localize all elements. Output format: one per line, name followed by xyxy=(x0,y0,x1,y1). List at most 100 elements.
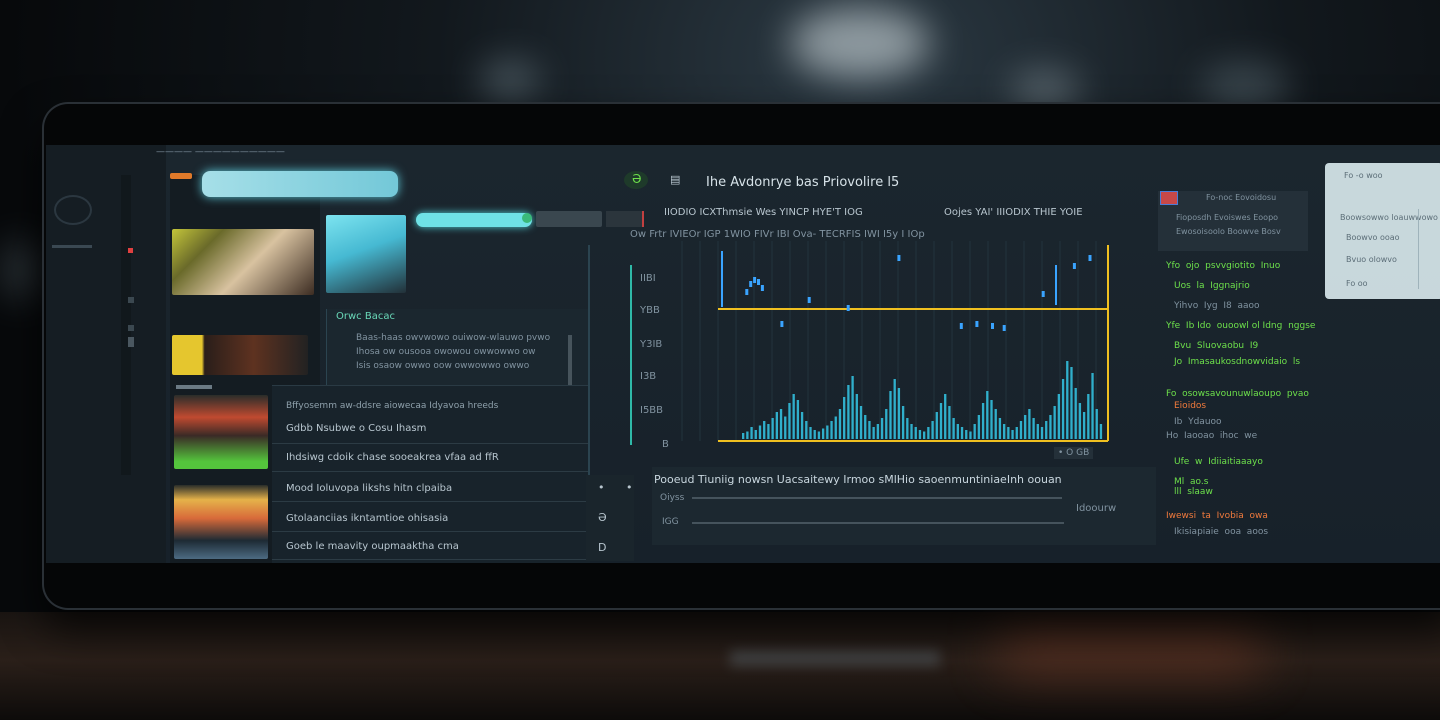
chart-bar xyxy=(1082,412,1086,439)
chart-bar xyxy=(977,415,981,439)
thumbnail-video[interactable] xyxy=(174,485,268,559)
list-item[interactable]: Bffyosemm aw-ddsre aiowecaa Idyavoa hree… xyxy=(286,401,498,411)
chart-point xyxy=(807,297,811,303)
chart-bar xyxy=(935,412,938,439)
chart-bar xyxy=(872,427,875,439)
menu-icon[interactable]: ▤ xyxy=(670,173,680,186)
chart-bar xyxy=(927,427,930,439)
list-line: Ihosa ow ousooa owowou owwowwo ow xyxy=(356,347,536,357)
chart-bar xyxy=(750,427,753,439)
chart-bar xyxy=(754,430,757,439)
chart-point xyxy=(975,321,979,327)
chart-point xyxy=(1041,291,1045,297)
chart-bar xyxy=(1099,424,1103,439)
rail-marker xyxy=(128,297,134,303)
chart-bar xyxy=(779,409,783,439)
chart-bar xyxy=(1091,373,1094,439)
notification-card[interactable] xyxy=(1325,163,1440,299)
chart-bar xyxy=(990,400,993,439)
chart-bar xyxy=(918,430,922,439)
chart-point xyxy=(745,289,749,295)
section-title: Orwc Bacac xyxy=(336,311,395,322)
card-line: Fo oo xyxy=(1346,279,1368,288)
activity-chart xyxy=(681,241,1109,442)
chart-point xyxy=(757,279,760,285)
chart-point xyxy=(753,277,757,283)
close-icon[interactable] xyxy=(606,211,644,227)
chart-bar xyxy=(1045,421,1048,439)
status-line: Fo osowsavounuwlaoupo pvao xyxy=(1166,389,1309,399)
search-input[interactable] xyxy=(202,171,398,197)
chart-bar xyxy=(914,427,917,439)
chart-bar xyxy=(986,391,989,439)
list-line: Baas-haas owvwowo ouiwow-wlauwo pvwo xyxy=(356,333,551,343)
chart-bar xyxy=(889,391,892,439)
chart-bar xyxy=(792,394,795,439)
chart-bar xyxy=(897,388,901,439)
status-line: Eioidos xyxy=(1174,401,1207,411)
chart-bar xyxy=(1002,424,1006,439)
chart-bar xyxy=(821,428,825,439)
divider xyxy=(588,245,590,475)
chart-y-axis xyxy=(630,265,632,445)
thumbnail-video[interactable] xyxy=(174,395,268,469)
background-glow xyxy=(1000,630,1260,670)
chart-bar xyxy=(956,424,959,439)
list-line: Isis osaow owwo oow owwowwo owwo xyxy=(356,361,530,371)
status-line: Yfo ojo psvvgiotito Inuo xyxy=(1166,261,1281,271)
chart-bar xyxy=(1028,409,1031,439)
chart-point xyxy=(846,305,850,311)
row-value: • xyxy=(626,481,633,494)
chart-bar xyxy=(960,427,964,439)
thumbnail-video[interactable] xyxy=(172,229,314,295)
breadcrumb: ———— —————————— xyxy=(156,147,285,157)
thumbnail-video[interactable] xyxy=(326,215,406,293)
online-dot-icon xyxy=(522,213,532,223)
card-line: Fo -o woo xyxy=(1344,171,1383,180)
chart-bar xyxy=(944,394,947,439)
status-line: Ib Ydauoo xyxy=(1174,417,1222,427)
page-title: Ihe Avdonrye bas Priovolire l5 xyxy=(706,175,900,190)
chart-bar xyxy=(771,418,774,439)
chart-point xyxy=(760,285,764,291)
list-item[interactable]: Mood Ioluvopa likshs hitn clpaiba xyxy=(286,483,452,494)
chart-bar xyxy=(1053,406,1056,439)
chart-bar xyxy=(847,385,850,439)
tab-active[interactable] xyxy=(416,213,532,227)
chart-bar xyxy=(742,433,745,439)
chart-bar xyxy=(994,409,997,439)
chart-bar xyxy=(813,430,816,439)
summary-label: IGG xyxy=(662,517,679,527)
app-screen: ———— —————————— Orwc Bacac Baas-haas owv… xyxy=(46,145,1440,563)
y-tick-label: Y3IB xyxy=(640,339,663,350)
progress-track xyxy=(692,497,1062,499)
y-tick-label: I5BB xyxy=(640,405,664,416)
avatar-icon[interactable] xyxy=(54,195,92,225)
chart-bar xyxy=(880,418,884,439)
chart-bar xyxy=(826,425,829,439)
list-item[interactable]: Ihdsiwg cdoik chase sooeakrea vfaa ad ff… xyxy=(286,452,499,463)
sidebar-label xyxy=(176,385,212,389)
thumbnail-video[interactable] xyxy=(172,335,308,375)
chart-bar xyxy=(1095,409,1098,439)
summary-label: Oiyss xyxy=(660,493,685,503)
app-logo-label: Ə xyxy=(632,172,642,186)
chart-bar xyxy=(1087,394,1090,439)
chart-bar xyxy=(767,424,770,439)
chart-bar xyxy=(952,418,955,439)
list-item[interactable]: Gdbb Nsubwe o Cosu Ihasm xyxy=(286,423,426,434)
info-line: Ewosoisoolo Boowve Bosv xyxy=(1176,227,1281,236)
list-item[interactable]: Gtolaanciias ikntamtioe ohisasia xyxy=(286,513,448,524)
chart-bar xyxy=(1036,424,1039,439)
chart-bar xyxy=(1078,403,1082,439)
chart-bar xyxy=(796,400,800,439)
chart-point xyxy=(959,323,963,329)
summary-side-label: Idoourw xyxy=(1076,503,1117,514)
status-line: Bvu Sluovaobu I9 xyxy=(1174,341,1259,351)
scrollbar[interactable] xyxy=(568,335,572,385)
list-item[interactable]: Goeb le maavity oupmaaktha cma xyxy=(286,541,459,552)
tab-secondary[interactable] xyxy=(536,211,602,227)
chart-bar xyxy=(868,421,871,439)
progress-track xyxy=(692,522,1064,524)
chart-bar xyxy=(1007,427,1010,439)
